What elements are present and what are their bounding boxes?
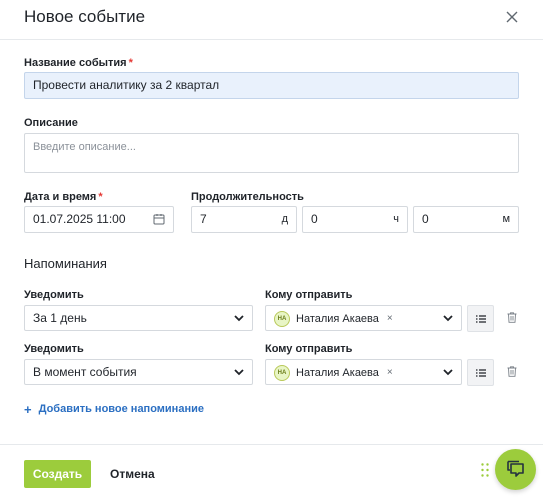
notify-label: Уведомить xyxy=(24,289,84,301)
notify-select[interactable]: В момент события xyxy=(24,359,253,385)
duration-minutes-unit: м xyxy=(502,213,510,225)
chevron-down-icon xyxy=(234,315,244,322)
duration-label: Продолжительность xyxy=(191,191,304,203)
duration-minutes-value: 0 xyxy=(422,212,429,226)
create-button[interactable]: Создать xyxy=(24,460,91,488)
description-label: Описание xyxy=(24,117,78,129)
reminders-heading: Напоминания xyxy=(24,256,107,271)
recipient-chip: НА Наталия Акаева × xyxy=(274,364,393,381)
avatar: НА xyxy=(274,364,290,381)
duration-days-unit: д xyxy=(281,213,288,225)
add-reminder-link[interactable]: + Добавить новое напоминание xyxy=(24,401,204,417)
notify-value: В момент события xyxy=(33,365,137,379)
duration-hours-unit: ч xyxy=(393,213,399,225)
chevron-down-icon xyxy=(234,369,244,376)
event-name-value: Провести аналитику за 2 квартал xyxy=(33,78,220,92)
notify-label: Уведомить xyxy=(24,343,84,355)
notify-value: За 1 день xyxy=(33,311,87,325)
trash-icon[interactable] xyxy=(507,312,517,323)
duration-hours-value: 0 xyxy=(311,212,318,226)
chat-icon xyxy=(507,460,524,477)
chat-button[interactable] xyxy=(495,449,536,490)
list-icon xyxy=(476,315,486,323)
dialog-header: Новое событие xyxy=(0,0,543,40)
chip-remove-icon[interactable]: × xyxy=(387,313,393,324)
chevron-down-icon xyxy=(443,369,453,376)
event-name-input[interactable]: Провести аналитику за 2 квартал xyxy=(24,72,519,99)
recipient-name: Наталия Акаева xyxy=(296,366,379,379)
duration-days-value: 7 xyxy=(200,212,207,226)
duration-hours-input[interactable]: 0 ч xyxy=(302,206,408,233)
chip-remove-icon[interactable]: × xyxy=(387,367,393,378)
datetime-label: Дата и время * xyxy=(24,191,103,203)
dialog-title: Новое событие xyxy=(24,7,146,26)
recipient-list-button[interactable] xyxy=(467,305,494,332)
cancel-button[interactable]: Отмена xyxy=(110,460,155,488)
recipient-select[interactable]: НА Наталия Акаева × xyxy=(265,359,462,385)
recipient-label: Кому отправить xyxy=(265,343,353,355)
recipient-chip: НА Наталия Акаева × xyxy=(274,310,393,327)
calendar-icon[interactable] xyxy=(153,213,165,225)
datetime-value: 01.07.2025 11:00 xyxy=(33,212,126,226)
close-icon[interactable] xyxy=(505,10,519,24)
drag-handle-icon[interactable] xyxy=(481,463,489,477)
recipient-name: Наталия Акаева xyxy=(296,312,379,325)
duration-minutes-input[interactable]: 0 м xyxy=(413,206,519,233)
trash-icon[interactable] xyxy=(507,366,517,377)
recipient-label: Кому отправить xyxy=(265,289,353,301)
chevron-down-icon xyxy=(443,315,453,322)
datetime-input[interactable]: 01.07.2025 11:00 xyxy=(24,206,174,233)
description-textarea[interactable]: Введите описание... xyxy=(24,133,519,173)
footer-divider xyxy=(0,444,543,445)
duration-days-input[interactable]: 7 д xyxy=(191,206,297,233)
description-placeholder: Введите описание... xyxy=(33,141,136,153)
event-name-label: Название события * xyxy=(24,57,133,69)
avatar: НА xyxy=(274,310,290,327)
recipient-list-button[interactable] xyxy=(467,359,494,386)
notify-select[interactable]: За 1 день xyxy=(24,305,253,331)
add-reminder-label: Добавить новое напоминание xyxy=(38,403,204,415)
plus-icon: + xyxy=(24,401,32,417)
recipient-select[interactable]: НА Наталия Акаева × xyxy=(265,305,462,331)
list-icon xyxy=(476,369,486,377)
